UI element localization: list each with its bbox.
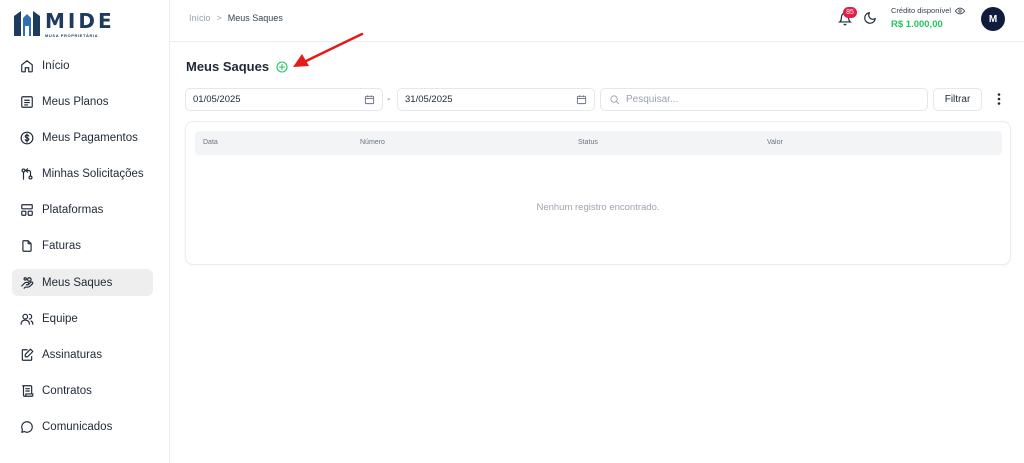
sidebar-item-label: Faturas bbox=[42, 240, 81, 253]
sidebar-item-faturas[interactable]: Faturas bbox=[12, 233, 153, 260]
notification-badge: 85 bbox=[843, 7, 857, 18]
sidebar-item-label: Assinaturas bbox=[42, 349, 103, 361]
git-pull-icon bbox=[20, 167, 34, 181]
breadcrumb-home-link[interactable]: Início bbox=[189, 13, 211, 23]
sidebar-item-meus-saques[interactable]: Meus Saques bbox=[12, 269, 153, 297]
message-icon bbox=[20, 420, 34, 434]
more-options-icon[interactable] bbox=[995, 93, 1003, 105]
sidebar-item-meus-pagamentos[interactable]: Meus Pagamentos bbox=[12, 124, 153, 151]
scroll-icon bbox=[20, 384, 34, 398]
layout-icon bbox=[20, 203, 34, 217]
credit-info: Crédito disponível R$ 1.000,00 bbox=[891, 6, 966, 30]
breadcrumb: Início > Meus Saques bbox=[189, 13, 283, 23]
home-icon bbox=[20, 59, 34, 73]
building-logo-icon bbox=[14, 11, 40, 36]
column-header-numero[interactable]: Número bbox=[360, 139, 385, 146]
list-icon bbox=[20, 95, 34, 109]
sidebar-item-inicio[interactable]: Início bbox=[12, 52, 153, 79]
calendar-icon[interactable] bbox=[364, 94, 375, 105]
eye-icon[interactable] bbox=[955, 7, 966, 15]
dollar-icon bbox=[20, 131, 34, 145]
column-header-data[interactable]: Data bbox=[203, 139, 218, 146]
date-range-separator: - bbox=[387, 94, 391, 105]
sidebar-item-label: Início bbox=[42, 59, 70, 72]
users-icon bbox=[20, 312, 34, 326]
page-title: Meus Saques bbox=[186, 59, 270, 74]
brand-logo[interactable]: MIDE MUSA PROPRIETÁRIA bbox=[13, 10, 115, 38]
column-header-status[interactable]: Status bbox=[578, 139, 598, 146]
sidebar-item-label: Meus Planos bbox=[42, 95, 109, 108]
signature-icon bbox=[20, 348, 34, 362]
annotation-arrow-icon bbox=[293, 32, 364, 67]
filter-button[interactable]: Filtrar bbox=[933, 88, 982, 111]
credit-value: R$ 1.000,00 bbox=[891, 19, 943, 30]
sidebar-item-label: Contratos bbox=[42, 385, 92, 398]
sidebar-item-label: Meus Pagamentos bbox=[42, 131, 138, 144]
sidebar-item-comunicados[interactable]: Comunicados bbox=[12, 414, 153, 441]
date-from-input[interactable]: 01/05/2025 bbox=[185, 88, 383, 111]
sidebar-nav: Início Meus Planos Meus Pagamentos Minha… bbox=[12, 52, 153, 450]
brand-name: MIDE bbox=[45, 9, 115, 33]
search-input[interactable] bbox=[626, 94, 906, 105]
empty-state-message: Nenhum registro encontrado. bbox=[536, 202, 660, 213]
sidebar-item-minhas-solicitacoes[interactable]: Minhas Solicitações bbox=[12, 161, 153, 188]
file-icon bbox=[20, 239, 34, 253]
add-circle-icon[interactable] bbox=[276, 61, 288, 73]
sidebar-item-label: Minhas Solicitações bbox=[42, 168, 144, 181]
sidebar-item-plataformas[interactable]: Plataformas bbox=[12, 197, 153, 224]
sidebar: MIDE MUSA PROPRIETÁRIA Início Meus Plano… bbox=[0, 0, 170, 463]
sidebar-item-equipe[interactable]: Equipe bbox=[12, 305, 153, 332]
sidebar-item-contratos[interactable]: Contratos bbox=[12, 378, 153, 405]
withdrawals-table-card: Data Número Status Valor Nenhum registro… bbox=[185, 121, 1011, 265]
sidebar-item-label: Equipe bbox=[42, 312, 78, 325]
sidebar-item-meus-planos[interactable]: Meus Planos bbox=[12, 88, 153, 115]
avatar[interactable]: M bbox=[981, 7, 1005, 31]
credit-label: Crédito disponível bbox=[891, 6, 952, 15]
breadcrumb-separator: > bbox=[216, 13, 222, 23]
brand-tagline: MUSA PROPRIETÁRIA bbox=[45, 33, 99, 38]
sidebar-item-label: Comunicados bbox=[42, 421, 113, 434]
date-to-input[interactable]: 31/05/2025 bbox=[397, 88, 595, 111]
calendar-icon[interactable] bbox=[576, 94, 587, 105]
sidebar-item-label: Meus Saques bbox=[42, 276, 113, 289]
date-from-value: 01/05/2025 bbox=[193, 94, 241, 105]
sidebar-item-assinaturas[interactable]: Assinaturas bbox=[12, 342, 153, 369]
search-icon bbox=[610, 95, 620, 105]
moon-icon[interactable] bbox=[863, 11, 877, 25]
sidebar-item-label: Plataformas bbox=[42, 204, 104, 217]
table-header: Data Número Status Valor bbox=[195, 131, 1002, 155]
search-box[interactable] bbox=[600, 88, 928, 111]
hand-coins-icon bbox=[20, 276, 34, 290]
date-to-value: 31/05/2025 bbox=[405, 94, 453, 105]
breadcrumb-current: Meus Saques bbox=[227, 13, 283, 23]
column-header-valor[interactable]: Valor bbox=[767, 139, 783, 146]
